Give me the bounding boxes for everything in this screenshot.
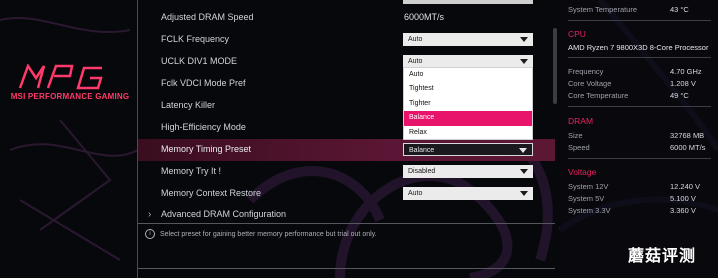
fclk-frequency-select[interactable]: Auto xyxy=(403,33,533,46)
info-panel: System Temperature 43 °C CPU AMD Ryzen 7… xyxy=(560,0,718,278)
divider xyxy=(138,223,555,224)
select-value: Disabled xyxy=(408,168,436,175)
dropdown-option[interactable]: Relax xyxy=(404,126,532,140)
dram-heading: DRAM xyxy=(568,116,594,126)
memory-timing-preset-dropdown[interactable]: Auto Tightest Tighter Balance Relax xyxy=(403,67,533,140)
setting-row-fclk-frequency[interactable]: FCLK Frequency Auto xyxy=(138,29,555,51)
setting-label: Advanced DRAM Configuration xyxy=(161,209,287,219)
chevron-right-icon: › xyxy=(148,209,152,220)
info-icon: i xyxy=(145,229,155,239)
select-value: Auto xyxy=(408,190,423,197)
info-value: 49 °C xyxy=(670,91,689,100)
info-value: 43 °C xyxy=(670,5,689,14)
setting-label: Fclk VDCI Mode Pref xyxy=(161,78,246,88)
info-label: Size xyxy=(568,131,583,140)
settings-panel: Adjusted DRAM Speed 6000MT/s FCLK Freque… xyxy=(137,0,555,278)
info-value: 12.240 V xyxy=(670,182,701,191)
info-label: Speed xyxy=(568,143,590,152)
setting-row-memory-context-restore[interactable]: Memory Context Restore Auto xyxy=(138,183,555,205)
info-value: 5.100 V xyxy=(670,194,696,203)
scrollbar[interactable] xyxy=(553,28,557,104)
divider xyxy=(568,20,711,21)
brand-subtitle: MSI PERFORMANCE GAMING xyxy=(10,92,130,101)
dropdown-option[interactable]: Auto xyxy=(404,68,532,82)
info-label: System Temperature xyxy=(568,5,638,14)
setting-label: FCLK Frequency xyxy=(161,34,230,44)
info-label: Core Voltage xyxy=(568,79,612,88)
setting-label: Memory Context Restore xyxy=(161,188,262,198)
chevron-down-icon xyxy=(520,191,528,196)
setting-label: Memory Timing Preset xyxy=(161,144,252,154)
setting-row-adjusted-dram-speed: Adjusted DRAM Speed 6000MT/s xyxy=(138,7,555,29)
info-label: System 12V xyxy=(568,182,609,191)
setting-label: Memory Try It ! xyxy=(161,166,222,176)
top-select-partial[interactable] xyxy=(403,0,533,4)
setting-row-memory-timing-preset[interactable]: Memory Timing Preset Balance xyxy=(138,139,555,161)
dropdown-option[interactable]: Tighter xyxy=(404,97,532,111)
info-value: 4.70 GHz xyxy=(670,67,702,76)
select-value: Balance xyxy=(409,147,435,154)
help-text-content: Select preset for gaining better memory … xyxy=(160,230,377,238)
setting-value: 6000MT/s xyxy=(404,12,445,22)
info-label: System 3.3V xyxy=(568,206,611,215)
chevron-down-icon xyxy=(520,37,528,42)
dropdown-option[interactable]: Tightest xyxy=(404,82,532,96)
setting-row-memory-try-it[interactable]: Memory Try It ! Disabled xyxy=(138,161,555,183)
select-value: Auto xyxy=(408,58,423,65)
watermark: 蘑菇评测 xyxy=(628,246,697,265)
info-value: 3.360 V xyxy=(670,206,696,215)
setting-label: UCLK DIV1 MODE xyxy=(161,56,238,66)
divider xyxy=(568,57,711,58)
memory-try-it-select[interactable]: Disabled xyxy=(403,165,533,178)
help-text: i Select preset for gaining better memory… xyxy=(145,229,377,239)
divider xyxy=(568,106,711,107)
msi-mpg-logo xyxy=(18,64,103,90)
voltage-heading: Voltage xyxy=(568,167,597,177)
brand-panel: MSI PERFORMANCE GAMING xyxy=(0,0,138,278)
info-value: 1.208 V xyxy=(670,79,696,88)
divider xyxy=(568,158,711,159)
chevron-down-icon xyxy=(520,59,528,64)
select-value: Auto xyxy=(408,36,423,43)
memory-timing-preset-select[interactable]: Balance xyxy=(403,143,533,156)
chevron-down-icon xyxy=(520,169,528,174)
info-label: Core Temperature xyxy=(568,91,629,100)
info-value: 32768 MB xyxy=(670,131,705,140)
cpu-name: AMD Ryzen 7 9800X3D 8-Core Processor xyxy=(568,43,709,52)
info-value: 6000 MT/s xyxy=(670,143,706,152)
divider xyxy=(138,268,555,269)
chevron-down-icon xyxy=(519,148,527,153)
setting-label: High-Efficiency Mode xyxy=(161,122,246,132)
dropdown-option-active[interactable]: Balance xyxy=(404,111,532,126)
setting-label: Adjusted DRAM Speed xyxy=(161,12,254,22)
memory-context-restore-select[interactable]: Auto xyxy=(403,187,533,200)
setting-label: Latency Killer xyxy=(161,100,216,110)
info-label: Frequency xyxy=(568,67,604,76)
info-label: System 5V xyxy=(568,194,605,203)
cpu-heading: CPU xyxy=(568,29,586,39)
